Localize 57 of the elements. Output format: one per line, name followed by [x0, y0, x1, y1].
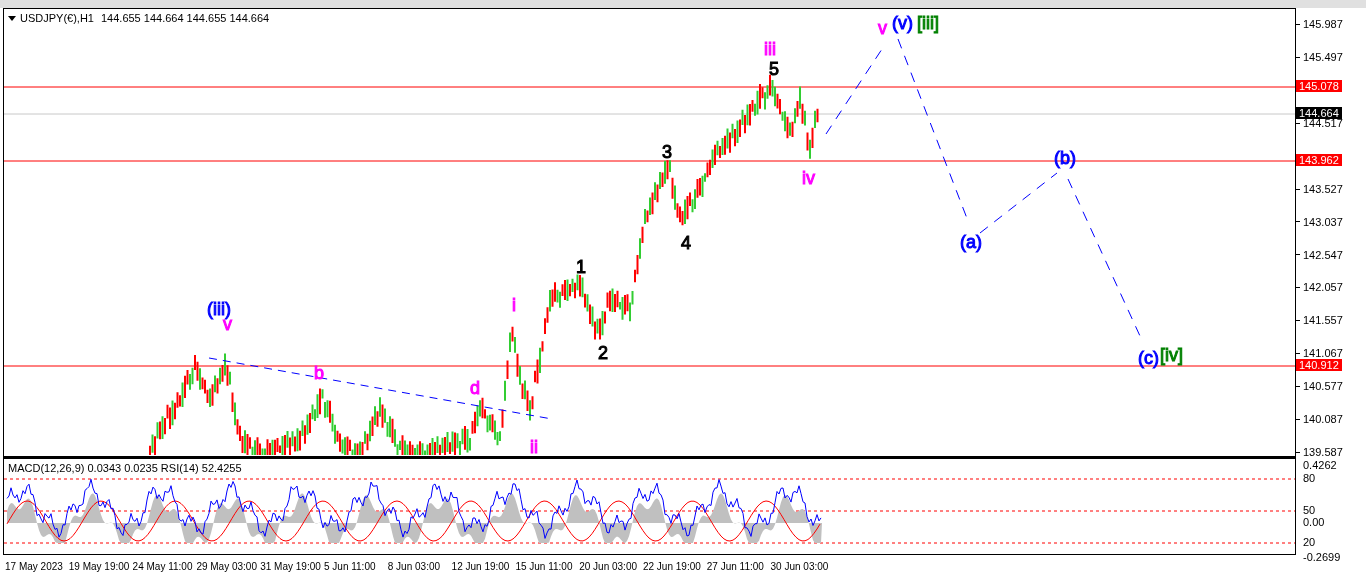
time-axis-label: 12 Jun 19:00	[451, 561, 510, 572]
price-axis-label: 142.547	[1303, 247, 1343, 263]
wave-label: (v)	[892, 13, 913, 33]
price-tag: 144.664	[1296, 107, 1342, 119]
wave-label: (a)	[960, 232, 982, 252]
price-axis-label: 145.987	[1303, 17, 1343, 33]
wave-label: v	[878, 18, 887, 38]
time-axis-label: 20 Jun 03:00	[579, 561, 637, 572]
price-axis-label: 141.557	[1303, 313, 1343, 329]
wave-label: iv	[802, 168, 815, 188]
wave-label: 3	[662, 142, 672, 162]
indicator-axis-label: 80	[1303, 472, 1316, 484]
wave-label: [iv]	[1160, 345, 1183, 365]
indicator-axis-label: -0.2699	[1303, 551, 1341, 563]
time-axis-label: 19 May 19:00	[68, 561, 130, 572]
price-axis-label: 140.087	[1303, 412, 1343, 428]
indicator-axis-label: 20	[1303, 536, 1316, 548]
quote-values: 144.655 144.664 144.655 144.664	[100, 11, 270, 26]
price-axis-label: 143.527	[1303, 181, 1343, 197]
wave-label: b	[314, 363, 324, 383]
indicator-label: MACD(12,26,9) 0.0343 0.0235 RSI(14) 52.4255	[8, 461, 242, 476]
wave-label: iii	[764, 39, 776, 59]
time-axis-label: 31 May 19:00	[260, 561, 321, 572]
wave-label: (b)	[1054, 148, 1076, 168]
price-tag: 143.962	[1296, 154, 1342, 166]
price-axis-label: 143.037	[1303, 214, 1343, 230]
price-axis-label: 140.577	[1303, 379, 1343, 395]
time-axis-label: 17 May 2023	[5, 561, 63, 572]
symbol-label: USDJPY(€),H1	[20, 11, 94, 26]
time-axis-label: 29 May 03:00	[196, 561, 257, 572]
price-axis-label: 142.057	[1303, 280, 1343, 296]
wave-label: 4	[681, 233, 691, 253]
price-tag: 145.078	[1296, 80, 1342, 92]
time-axis-label: 8 Jun 03:00	[387, 561, 441, 572]
time-axis-label: 15 Jun 11:00	[515, 561, 573, 572]
time-axis-label: 30 Jun 03:00	[770, 561, 829, 572]
time-axis-label: 24 May 11:00	[132, 561, 193, 572]
price-tag: 140.912	[1296, 359, 1342, 371]
wave-label: 5	[769, 59, 779, 79]
dropdown-icon[interactable]	[8, 15, 16, 21]
indicator-axis-label: 50	[1303, 504, 1316, 516]
price-axis-label: 141.067	[1303, 346, 1343, 361]
wave-label: ii	[530, 437, 538, 457]
time-axis-label: 22 Jun 19:00	[642, 561, 701, 572]
wave-label: [iii]	[917, 13, 939, 33]
wave-label: (c)	[1138, 348, 1159, 368]
price-axis-label: 139.587	[1303, 444, 1343, 460]
price-axis-label: 144.517	[1303, 116, 1343, 131]
wave-label: 1	[576, 257, 586, 277]
indicator-axis-label: 0.4262	[1303, 459, 1337, 471]
time-axis-label: 27 Jun 11:00	[706, 561, 764, 572]
wave-label: i	[512, 295, 516, 315]
price-axis-label: 145.497	[1303, 50, 1343, 66]
wave-label: d	[470, 378, 480, 398]
indicator-axis-label: 0.00	[1303, 516, 1325, 528]
time-axis-label: 5 Jun 11:00	[324, 561, 376, 572]
wave-label: 2	[598, 343, 608, 363]
